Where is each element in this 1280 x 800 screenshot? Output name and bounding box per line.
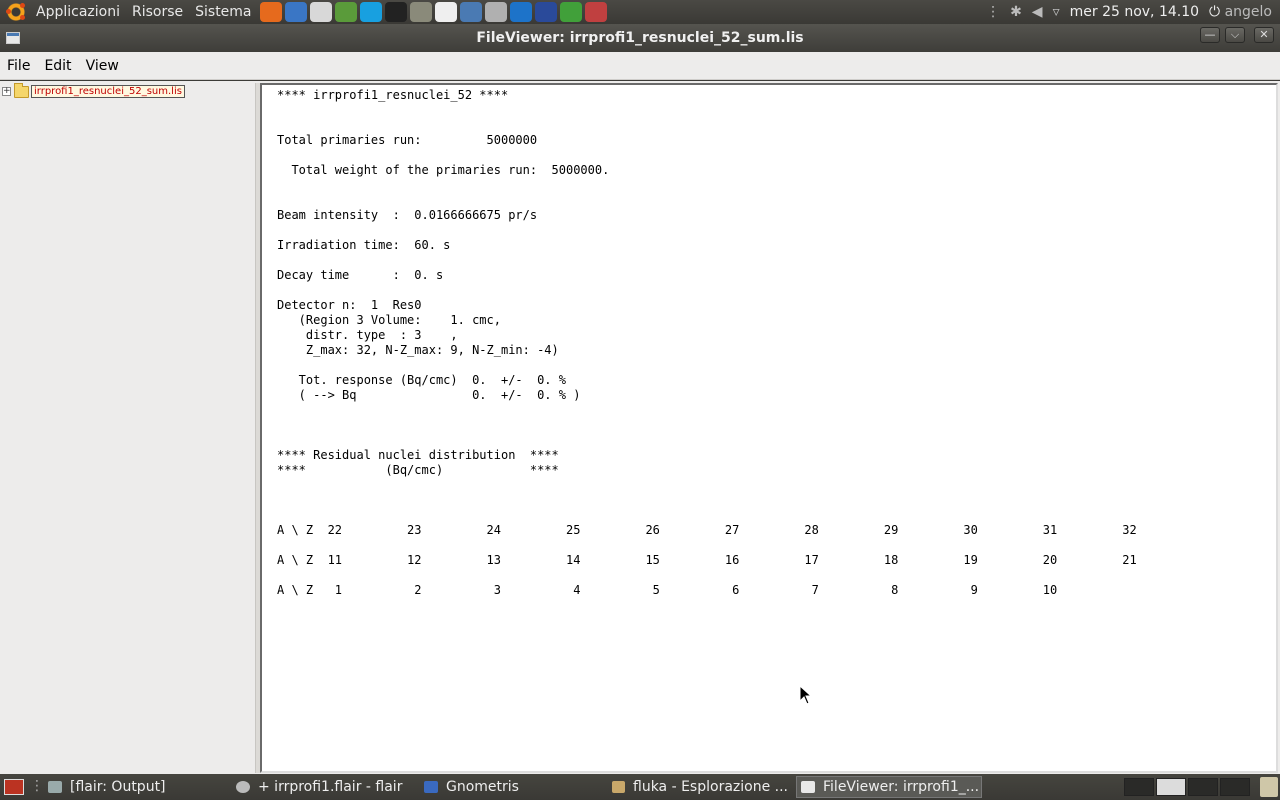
minimize-button[interactable]: — bbox=[1200, 27, 1220, 43]
expand-icon[interactable]: + bbox=[2, 87, 11, 96]
grip-icon: ⋮ bbox=[30, 778, 44, 794]
workspace-4[interactable] bbox=[1220, 778, 1250, 796]
file-tree: + irrprofi1_resnuclei_52_sum.lis bbox=[0, 82, 256, 773]
menu-risorse[interactable]: Risorse bbox=[126, 0, 189, 24]
taskbar: ⋮ [flair: Output] + irrprofi1.flair - fl… bbox=[0, 774, 1280, 800]
trash-icon[interactable] bbox=[1260, 777, 1278, 797]
tree-item-file[interactable]: + irrprofi1_resnuclei_52_sum.lis bbox=[2, 82, 185, 98]
window-icon bbox=[48, 781, 62, 793]
skype-icon[interactable] bbox=[359, 2, 382, 22]
workspace-3[interactable] bbox=[1188, 778, 1218, 796]
tree-item-label[interactable]: irrprofi1_resnuclei_52_sum.lis bbox=[31, 85, 185, 98]
document-icon[interactable] bbox=[434, 2, 457, 22]
clock[interactable]: mer 25 nov, 14.10 bbox=[1070, 4, 1199, 20]
network-icon[interactable]: ▿ bbox=[1053, 4, 1060, 20]
file-viewer[interactable]: **** irrprofi1_resnuclei_52 **** Total p… bbox=[260, 83, 1278, 773]
qt-icon[interactable] bbox=[559, 2, 582, 22]
window-icon bbox=[801, 781, 815, 793]
menu-file[interactable]: File bbox=[0, 58, 37, 74]
flair-icon bbox=[236, 781, 250, 793]
close-button[interactable]: ✕ bbox=[1254, 27, 1274, 43]
ubuntu-logo-icon[interactable] bbox=[6, 2, 26, 22]
folder-icon bbox=[14, 82, 29, 98]
menu-applicazioni[interactable]: Applicazioni bbox=[30, 0, 126, 24]
menu-view[interactable]: View bbox=[79, 58, 126, 74]
task-label: FileViewer: irrprofi1_... bbox=[823, 779, 980, 795]
menu-sistema[interactable]: Sistema bbox=[189, 0, 257, 24]
terminal-icon[interactable] bbox=[384, 2, 407, 22]
task-label: fluka - Esplorazione ... bbox=[633, 779, 788, 795]
help-icon[interactable] bbox=[284, 2, 307, 22]
globe-icon[interactable] bbox=[534, 2, 557, 22]
task-fileviewer[interactable]: FileViewer: irrprofi1_... bbox=[796, 776, 982, 798]
task-label: + irrprofi1.flair - flair bbox=[258, 779, 403, 795]
monitor-icon[interactable] bbox=[459, 2, 482, 22]
matlab-icon[interactable] bbox=[509, 2, 532, 22]
launcher-bar bbox=[259, 2, 607, 22]
task-label: [flair: Output] bbox=[70, 779, 166, 795]
top-panel: Applicazioni Risorse Sistema ⋮ ✱ ◀ ▿ mer… bbox=[0, 0, 1280, 24]
mouse-cursor-icon bbox=[799, 685, 813, 705]
power-icon[interactable]: ⏻ angelo bbox=[1209, 4, 1272, 20]
task-file-browser[interactable]: fluka - Esplorazione ... bbox=[608, 776, 788, 798]
menu-edit[interactable]: Edit bbox=[37, 58, 78, 74]
contacts-icon[interactable] bbox=[334, 2, 357, 22]
grip-icon: ⋮ bbox=[986, 4, 1001, 20]
menubar: File Edit View bbox=[0, 52, 1280, 80]
file-content: **** irrprofi1_resnuclei_52 **** Total p… bbox=[277, 88, 1137, 597]
user-name[interactable]: angelo bbox=[1225, 4, 1272, 20]
mail-icon[interactable] bbox=[309, 2, 332, 22]
pipette-icon[interactable] bbox=[409, 2, 432, 22]
task-flair-output[interactable]: [flair: Output] bbox=[44, 776, 224, 798]
system-tray: ⋮ ✱ ◀ ▿ mer 25 nov, 14.10 ⏻ angelo bbox=[986, 0, 1280, 24]
firefox-icon[interactable] bbox=[259, 2, 282, 22]
workspace-2[interactable] bbox=[1156, 778, 1186, 796]
task-irrprofi1-flair[interactable]: + irrprofi1.flair - flair bbox=[232, 776, 412, 798]
folder-icon bbox=[612, 781, 625, 793]
window-titlebar[interactable]: FileViewer: irrprofi1_resnuclei_52_sum.l… bbox=[0, 24, 1280, 52]
show-desktop-icon[interactable] bbox=[4, 779, 24, 795]
bluetooth-icon[interactable]: ✱ bbox=[1010, 4, 1022, 20]
workspace-1[interactable] bbox=[1124, 778, 1154, 796]
maximize-button[interactable]: ⌵ bbox=[1225, 27, 1245, 43]
tool-icon[interactable] bbox=[584, 2, 607, 22]
window-title: FileViewer: irrprofi1_resnuclei_52_sum.l… bbox=[476, 30, 804, 46]
gnometris-icon bbox=[424, 781, 438, 793]
main-area: + irrprofi1_resnuclei_52_sum.lis **** ir… bbox=[0, 81, 1280, 774]
window-icon[interactable] bbox=[6, 32, 20, 44]
task-label: Gnometris bbox=[446, 779, 519, 795]
volume-icon[interactable]: ◀ bbox=[1032, 4, 1043, 20]
task-gnometris[interactable]: Gnometris bbox=[420, 776, 600, 798]
gears-icon[interactable] bbox=[484, 2, 507, 22]
